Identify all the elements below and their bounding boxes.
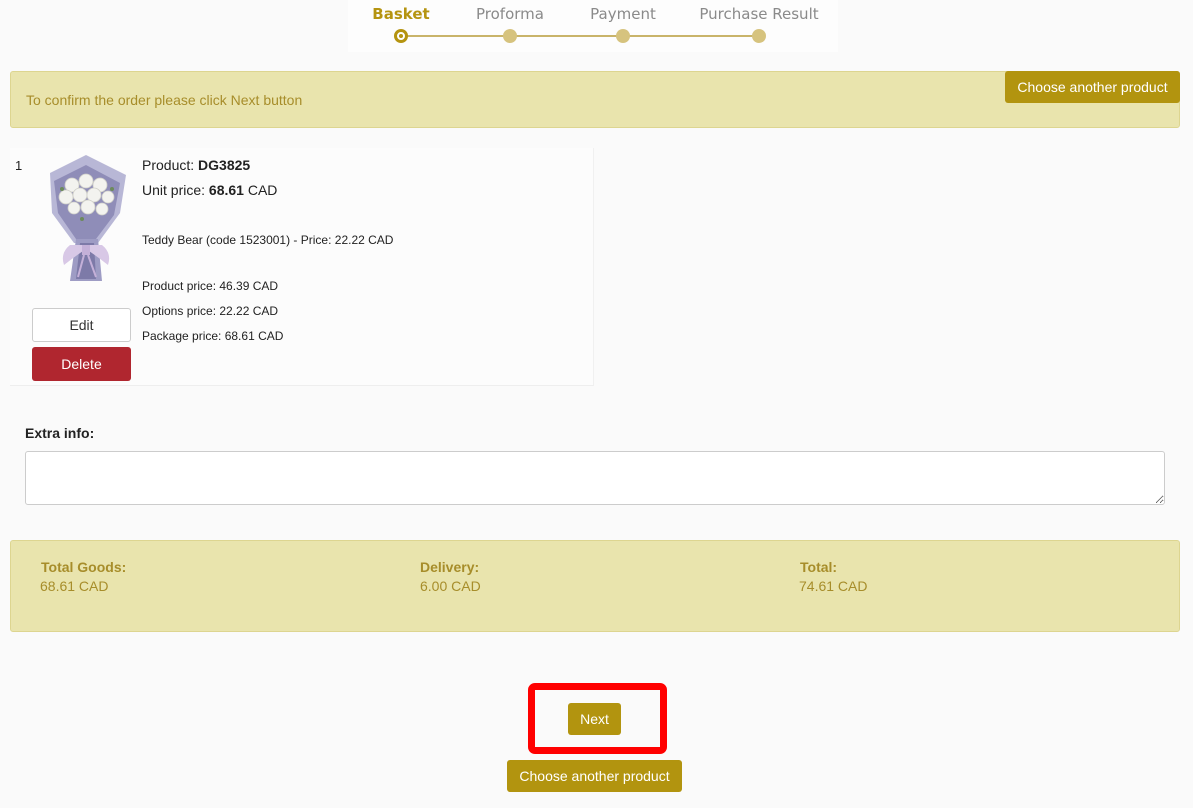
- unit-price-line: Unit price: 68.61 CAD: [142, 182, 277, 198]
- total-goods-label: Total Goods:: [41, 559, 127, 575]
- unit-price-value: 68.61: [208, 182, 244, 198]
- option-line: Teddy Bear (code 1523001) - Price: 22.22…: [142, 233, 394, 247]
- grand-total-value: 74.61 CAD: [799, 578, 868, 594]
- stepper-line: [401, 35, 759, 37]
- item-index: 1: [15, 158, 23, 173]
- product-label: Product:: [142, 157, 195, 173]
- product-code: DG3825: [198, 157, 251, 173]
- next-button[interactable]: Next: [568, 703, 621, 735]
- step-payment-dot: [616, 29, 630, 43]
- step-proforma-dot: [503, 29, 517, 43]
- extra-info-label: Extra info:: [25, 425, 95, 441]
- step-proforma-label: Proforma: [476, 5, 544, 23]
- delivery-label: Delivery:: [420, 559, 480, 575]
- extra-info-textarea[interactable]: [25, 451, 1165, 505]
- edit-item-button[interactable]: Edit: [32, 308, 131, 342]
- step-payment-label: Payment: [590, 5, 656, 23]
- options-price-line: Options price: 22.22 CAD: [142, 304, 279, 318]
- step-basket-label: Basket: [372, 5, 430, 23]
- product-code-line: Product: DG3825: [142, 157, 250, 173]
- unit-price-currency: CAD: [247, 182, 278, 198]
- order-totals-panel: Total Goods: 68.61 CAD Delivery: 6.00 CA…: [10, 540, 1180, 632]
- confirm-notice-text: To confirm the order please click Next b…: [26, 92, 303, 108]
- product-price-line: Product price: 46.39 CAD: [142, 279, 279, 293]
- step-basket-dot: [394, 29, 408, 43]
- choose-another-product-button-top[interactable]: Choose another product: [1005, 71, 1180, 103]
- step-purchase-result-label: Purchase Result: [699, 5, 819, 23]
- delivery-value: 6.00 CAD: [420, 578, 481, 594]
- total-goods-value: 68.61 CAD: [40, 578, 109, 594]
- step-purchase-result-dot: [752, 29, 766, 43]
- flower-bouquet-image: [50, 155, 126, 281]
- basket-page: Basket Proforma Payment Purchase Result …: [0, 0, 1193, 808]
- grand-total-label: Total:: [800, 559, 838, 575]
- basket-item-card: 1 Edit Delete Product: DG3825 Unit price…: [10, 148, 594, 386]
- package-price-line: Package price: 68.61 CAD: [142, 329, 284, 343]
- unit-price-label: Unit price:: [142, 182, 206, 198]
- checkout-stepper: Basket Proforma Payment Purchase Result: [348, 0, 838, 52]
- confirm-notice: To confirm the order please click Next b…: [10, 71, 1180, 128]
- delete-item-button[interactable]: Delete: [32, 347, 131, 381]
- choose-another-product-button-bottom[interactable]: Choose another product: [507, 760, 682, 792]
